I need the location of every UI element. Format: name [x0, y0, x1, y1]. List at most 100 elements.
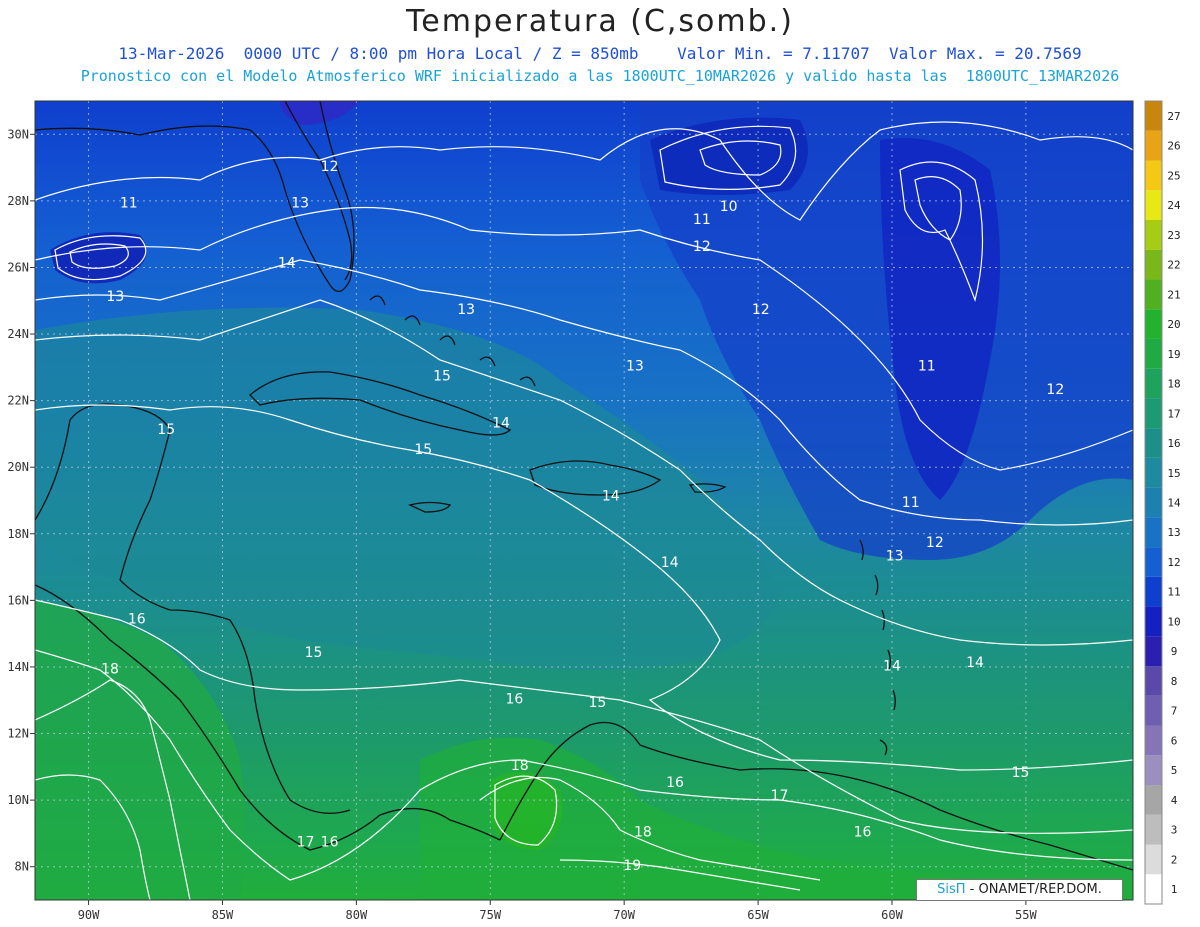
colorbar-swatch: [1145, 517, 1162, 548]
contour-label: 11: [902, 495, 920, 511]
colorbar-label: 21: [1167, 288, 1180, 301]
colorbar-label: 27: [1167, 110, 1180, 123]
colorbar-swatch: [1145, 666, 1162, 696]
contour-label: 15: [157, 422, 175, 438]
lat-tick-label: 20N: [7, 460, 29, 474]
temperature-map: 111213141310111213 1213 11121514151514 1112…: [7, 100, 1181, 922]
colorbar-swatch: [1145, 368, 1162, 399]
colorbar-label: 10: [1167, 615, 1180, 628]
contour-label: 13: [106, 289, 124, 305]
colorbar-label: 6: [1171, 734, 1178, 747]
contour-label: 12: [752, 302, 770, 318]
colorbar-swatch: [1145, 338, 1162, 369]
colorbar-swatch: [1145, 130, 1162, 161]
lon-tick-label: 70W: [613, 908, 635, 922]
colorbar-swatch: [1145, 606, 1162, 637]
lon-tick-label: 80W: [346, 908, 368, 922]
colorbar-swatch: [1145, 695, 1162, 726]
colorbar-swatch: [1145, 755, 1162, 786]
colorbar-swatch: [1145, 249, 1162, 280]
lon-tick-label: 55W: [1015, 908, 1037, 922]
lat-tick-label: 24N: [7, 327, 29, 341]
lat-tick-label: 18N: [7, 527, 29, 541]
contour-label: 14: [966, 655, 984, 671]
colorbar-swatch: [1145, 457, 1162, 488]
sispi-logo: SisΠ: [937, 882, 966, 897]
colorbar-swatch: [1145, 636, 1162, 667]
contour-label: 18: [634, 825, 652, 841]
colorbar-swatch: [1145, 814, 1162, 845]
lat-tick-label: 14N: [7, 660, 29, 674]
lon-tick-label: 75W: [479, 908, 501, 922]
colorbar-label: 18: [1167, 378, 1180, 391]
contour-label: 12: [321, 159, 339, 175]
colorbar-swatch: [1145, 219, 1162, 250]
contour-label: 13: [291, 196, 309, 212]
colorbar-label: 8: [1171, 675, 1178, 688]
map-field: [35, 101, 1133, 900]
colorbar-label: 3: [1171, 824, 1178, 837]
colorbar-swatch: [1145, 428, 1162, 458]
colorbar-swatch: [1145, 547, 1162, 577]
contour-label: 14: [661, 555, 679, 571]
contour-label: 10: [720, 199, 738, 215]
contour-label: 16: [854, 825, 872, 841]
credit-box: SisΠ - ONAMET/REP.DOM.: [916, 879, 1123, 901]
colorbar-label: 9: [1171, 645, 1178, 658]
contour-label: 17: [771, 788, 789, 804]
contour-label: 11: [120, 196, 138, 212]
colorbar-label: 25: [1167, 169, 1180, 182]
contour-label: 15: [414, 442, 432, 458]
colorbar-label: 11: [1167, 586, 1180, 599]
contour-label: 13: [457, 302, 475, 318]
contour-label: 12: [693, 239, 711, 255]
credit-text: - ONAMET/REP.DOM.: [969, 882, 1102, 897]
colorbar-swatch: [1145, 785, 1162, 815]
colorbar-swatch: [1145, 160, 1162, 191]
colorbar-label: 7: [1171, 705, 1178, 718]
contour-label: 12: [926, 535, 944, 551]
contour-label: 12: [1046, 382, 1064, 398]
colorbar-swatch: [1145, 279, 1162, 310]
colorbar-label: 23: [1167, 229, 1180, 242]
colorbar-label: 16: [1167, 437, 1180, 450]
colorbar-label: 5: [1171, 764, 1178, 777]
colorbar-label: 13: [1167, 526, 1180, 539]
contour-label: 14: [883, 658, 901, 674]
colorbar-label: 2: [1171, 853, 1178, 866]
colorbar-swatch: [1145, 398, 1162, 429]
colorbar-label: 12: [1167, 556, 1180, 569]
colorbar-swatch: [1145, 844, 1162, 875]
contour-label: 13: [886, 548, 904, 564]
contour-label: 15: [305, 645, 323, 661]
colorbar-label: 4: [1171, 794, 1178, 807]
contour-label: 11: [693, 212, 711, 228]
lon-tick-label: 65W: [747, 908, 769, 922]
colorbar-label: 26: [1167, 140, 1180, 153]
contour-label: 16: [128, 612, 146, 628]
colorbar-label: 22: [1167, 259, 1180, 272]
contour-label: 14: [492, 415, 510, 431]
contour-label: 15: [1012, 765, 1030, 781]
contour-label: 16: [505, 692, 523, 708]
lat-tick-label: 10N: [7, 793, 29, 807]
lat-tick-label: 30N: [7, 127, 29, 141]
colorbar-swatch: [1145, 874, 1162, 904]
lat-tick-label: 8N: [15, 860, 29, 874]
lat-tick-label: 22N: [7, 394, 29, 408]
colorbar-swatch: [1145, 190, 1162, 220]
longitude-ticks: 90W 85W 80W 75W 70W 65W 60W 55W: [78, 900, 1037, 922]
lat-tick-label: 12N: [7, 727, 29, 741]
colorbar-label: 1: [1171, 883, 1178, 896]
colorbar-swatch: [1145, 309, 1162, 339]
contour-label: 16: [321, 835, 339, 851]
colorbar-label: 14: [1167, 497, 1181, 510]
contour-label: 17: [297, 835, 315, 851]
contour-label: 19: [623, 858, 641, 874]
lat-tick-label: 28N: [7, 194, 29, 208]
contour-label: 16: [666, 775, 684, 791]
lat-tick-label: 26N: [7, 260, 29, 274]
latitude-ticks: 8N 10N 12N 14N 16N 18N 20N 22N 24N 26N 28N 30N: [7, 127, 35, 874]
lon-tick-label: 60W: [881, 908, 903, 922]
contour-label: 18: [511, 758, 529, 774]
